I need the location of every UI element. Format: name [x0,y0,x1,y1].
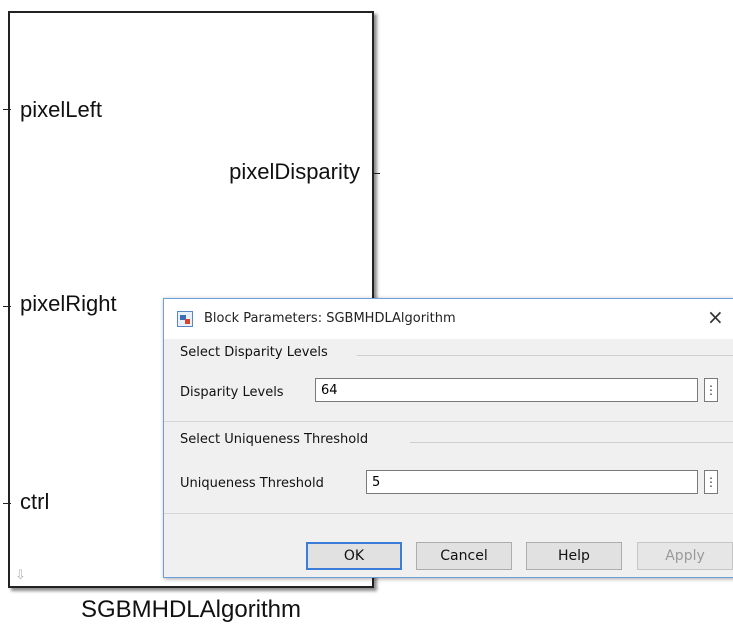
input-port-pixelRight[interactable] [3,306,11,307]
help-button[interactable]: Help [526,542,622,570]
disparity-levels-input[interactable] [315,378,698,402]
uniqueness-threshold-input[interactable] [366,470,698,494]
group-divider [357,355,733,356]
dialog-title: Block Parameters: SGBMHDLAlgorithm [204,311,456,326]
uniqueness-threshold-label: Uniqueness Threshold [180,476,324,491]
close-icon[interactable]: × [707,305,724,329]
group-title-disparity: Select Disparity Levels [180,345,328,360]
ok-button[interactable]: OK [306,542,402,570]
block-name-label: SGBMHDLAlgorithm [80,596,302,623]
disparity-levels-label: Disparity Levels [180,385,284,400]
input-port-pixelLeft[interactable] [3,109,11,110]
output-port-label-pixelDisparity: pixelDisparity [229,159,360,184]
simulink-block-icon [177,311,193,327]
cancel-button[interactable]: Cancel [416,542,512,570]
input-port-label-pixelRight: pixelRight [20,291,117,316]
block-parameters-dialog: Block Parameters: SGBMHDLAlgorithm × Sel… [163,298,733,578]
section-separator [164,421,733,422]
uniqueness-threshold-more-button[interactable]: ⋮ [704,470,718,494]
dialog-titlebar[interactable]: Block Parameters: SGBMHDLAlgorithm × [164,299,733,339]
input-port-ctrl[interactable] [3,503,11,504]
arrow-down-icon: ⇩ [15,567,26,582]
input-port-label-ctrl: ctrl [20,489,50,514]
apply-button[interactable]: Apply [637,542,733,570]
disparity-levels-more-button[interactable]: ⋮ [704,378,718,402]
section-separator [164,513,733,514]
input-port-label-pixelLeft: pixelLeft [20,97,102,122]
group-title-uniqueness: Select Uniqueness Threshold [180,432,369,447]
output-port-pixelDisparity[interactable] [372,173,380,174]
group-divider [410,442,733,443]
